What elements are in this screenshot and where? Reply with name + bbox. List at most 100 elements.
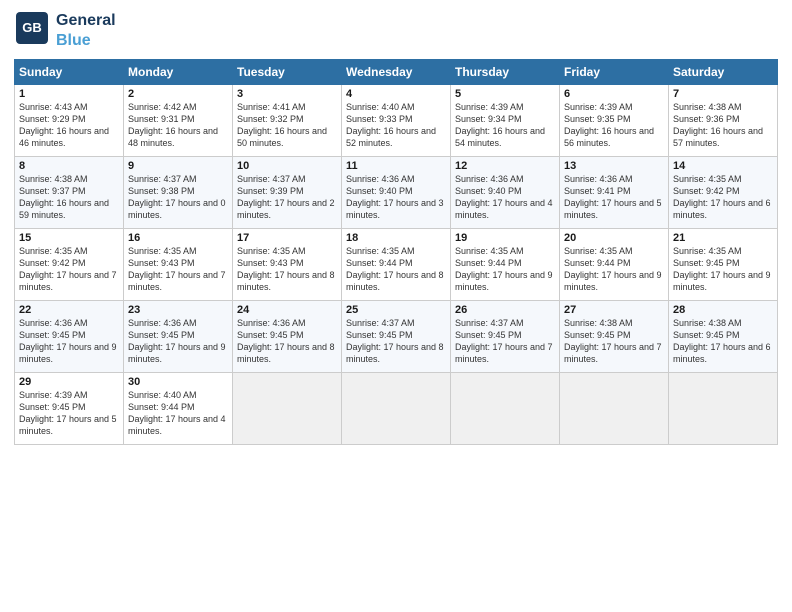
- day-header: Tuesday: [233, 60, 342, 85]
- day-number: 22: [19, 304, 119, 316]
- day-info: Sunrise: 4:35 AM Sunset: 9:42 PM Dayligh…: [673, 173, 773, 222]
- calendar-cell: 29 Sunrise: 4:39 AM Sunset: 9:45 PM Dayl…: [15, 373, 124, 445]
- day-number: 24: [237, 304, 337, 316]
- calendar-week: 15 Sunrise: 4:35 AM Sunset: 9:42 PM Dayl…: [15, 229, 778, 301]
- logo-icon: GB: [14, 10, 50, 46]
- day-number: 1: [19, 88, 119, 100]
- day-number: 5: [455, 88, 555, 100]
- day-number: 27: [564, 304, 664, 316]
- day-info: Sunrise: 4:37 AM Sunset: 9:39 PM Dayligh…: [237, 173, 337, 222]
- day-number: 23: [128, 304, 228, 316]
- day-header: Friday: [560, 60, 669, 85]
- day-number: 16: [128, 232, 228, 244]
- day-info: Sunrise: 4:36 AM Sunset: 9:45 PM Dayligh…: [19, 317, 119, 366]
- calendar-week: 22 Sunrise: 4:36 AM Sunset: 9:45 PM Dayl…: [15, 301, 778, 373]
- day-number: 26: [455, 304, 555, 316]
- day-number: 6: [564, 88, 664, 100]
- day-info: Sunrise: 4:37 AM Sunset: 9:45 PM Dayligh…: [455, 317, 555, 366]
- calendar-cell: 13 Sunrise: 4:36 AM Sunset: 9:41 PM Dayl…: [560, 157, 669, 229]
- calendar-cell: 2 Sunrise: 4:42 AM Sunset: 9:31 PM Dayli…: [124, 85, 233, 157]
- calendar-cell: [451, 373, 560, 445]
- calendar-body: 1 Sunrise: 4:43 AM Sunset: 9:29 PM Dayli…: [15, 85, 778, 445]
- day-info: Sunrise: 4:35 AM Sunset: 9:43 PM Dayligh…: [237, 245, 337, 294]
- svg-text:GB: GB: [22, 20, 42, 35]
- day-number: 11: [346, 160, 446, 172]
- calendar-cell: 10 Sunrise: 4:37 AM Sunset: 9:39 PM Dayl…: [233, 157, 342, 229]
- calendar-cell: 19 Sunrise: 4:35 AM Sunset: 9:44 PM Dayl…: [451, 229, 560, 301]
- day-header: Monday: [124, 60, 233, 85]
- logo: GB General Blue: [14, 10, 116, 51]
- day-info: Sunrise: 4:38 AM Sunset: 9:36 PM Dayligh…: [673, 101, 773, 150]
- day-number: 30: [128, 376, 228, 388]
- calendar-cell: 17 Sunrise: 4:35 AM Sunset: 9:43 PM Dayl…: [233, 229, 342, 301]
- day-number: 14: [673, 160, 773, 172]
- day-number: 3: [237, 88, 337, 100]
- day-number: 21: [673, 232, 773, 244]
- day-info: Sunrise: 4:40 AM Sunset: 9:33 PM Dayligh…: [346, 101, 446, 150]
- day-header: Saturday: [669, 60, 778, 85]
- calendar-cell: 25 Sunrise: 4:37 AM Sunset: 9:45 PM Dayl…: [342, 301, 451, 373]
- day-info: Sunrise: 4:38 AM Sunset: 9:45 PM Dayligh…: [673, 317, 773, 366]
- calendar-cell: 6 Sunrise: 4:39 AM Sunset: 9:35 PM Dayli…: [560, 85, 669, 157]
- day-info: Sunrise: 4:39 AM Sunset: 9:45 PM Dayligh…: [19, 389, 119, 438]
- day-number: 9: [128, 160, 228, 172]
- day-number: 28: [673, 304, 773, 316]
- day-number: 29: [19, 376, 119, 388]
- day-info: Sunrise: 4:36 AM Sunset: 9:45 PM Dayligh…: [237, 317, 337, 366]
- day-number: 8: [19, 160, 119, 172]
- day-header: Sunday: [15, 60, 124, 85]
- calendar-cell: 15 Sunrise: 4:35 AM Sunset: 9:42 PM Dayl…: [15, 229, 124, 301]
- day-info: Sunrise: 4:43 AM Sunset: 9:29 PM Dayligh…: [19, 101, 119, 150]
- calendar-cell: 14 Sunrise: 4:35 AM Sunset: 9:42 PM Dayl…: [669, 157, 778, 229]
- calendar-cell: 5 Sunrise: 4:39 AM Sunset: 9:34 PM Dayli…: [451, 85, 560, 157]
- calendar-cell: 1 Sunrise: 4:43 AM Sunset: 9:29 PM Dayli…: [15, 85, 124, 157]
- calendar-cell: 3 Sunrise: 4:41 AM Sunset: 9:32 PM Dayli…: [233, 85, 342, 157]
- day-header: Thursday: [451, 60, 560, 85]
- day-number: 17: [237, 232, 337, 244]
- calendar-cell: 8 Sunrise: 4:38 AM Sunset: 9:37 PM Dayli…: [15, 157, 124, 229]
- calendar-header: SundayMondayTuesdayWednesdayThursdayFrid…: [15, 60, 778, 85]
- day-info: Sunrise: 4:36 AM Sunset: 9:40 PM Dayligh…: [346, 173, 446, 222]
- calendar-cell: [233, 373, 342, 445]
- day-info: Sunrise: 4:42 AM Sunset: 9:31 PM Dayligh…: [128, 101, 228, 150]
- day-number: 4: [346, 88, 446, 100]
- day-info: Sunrise: 4:35 AM Sunset: 9:45 PM Dayligh…: [673, 245, 773, 294]
- calendar-cell: 20 Sunrise: 4:35 AM Sunset: 9:44 PM Dayl…: [560, 229, 669, 301]
- day-number: 2: [128, 88, 228, 100]
- calendar-cell: 7 Sunrise: 4:38 AM Sunset: 9:36 PM Dayli…: [669, 85, 778, 157]
- day-info: Sunrise: 4:37 AM Sunset: 9:38 PM Dayligh…: [128, 173, 228, 222]
- calendar-cell: 22 Sunrise: 4:36 AM Sunset: 9:45 PM Dayl…: [15, 301, 124, 373]
- day-info: Sunrise: 4:35 AM Sunset: 9:43 PM Dayligh…: [128, 245, 228, 294]
- day-number: 19: [455, 232, 555, 244]
- day-info: Sunrise: 4:36 AM Sunset: 9:45 PM Dayligh…: [128, 317, 228, 366]
- day-number: 18: [346, 232, 446, 244]
- day-info: Sunrise: 4:40 AM Sunset: 9:44 PM Dayligh…: [128, 389, 228, 438]
- day-info: Sunrise: 4:35 AM Sunset: 9:42 PM Dayligh…: [19, 245, 119, 294]
- calendar-cell: 28 Sunrise: 4:38 AM Sunset: 9:45 PM Dayl…: [669, 301, 778, 373]
- calendar-cell: 23 Sunrise: 4:36 AM Sunset: 9:45 PM Dayl…: [124, 301, 233, 373]
- calendar-cell: [560, 373, 669, 445]
- calendar-cell: 12 Sunrise: 4:36 AM Sunset: 9:40 PM Dayl…: [451, 157, 560, 229]
- day-number: 13: [564, 160, 664, 172]
- calendar-cell: 26 Sunrise: 4:37 AM Sunset: 9:45 PM Dayl…: [451, 301, 560, 373]
- day-info: Sunrise: 4:37 AM Sunset: 9:45 PM Dayligh…: [346, 317, 446, 366]
- calendar-cell: 24 Sunrise: 4:36 AM Sunset: 9:45 PM Dayl…: [233, 301, 342, 373]
- day-info: Sunrise: 4:39 AM Sunset: 9:34 PM Dayligh…: [455, 101, 555, 150]
- day-number: 10: [237, 160, 337, 172]
- day-info: Sunrise: 4:36 AM Sunset: 9:41 PM Dayligh…: [564, 173, 664, 222]
- day-info: Sunrise: 4:35 AM Sunset: 9:44 PM Dayligh…: [455, 245, 555, 294]
- calendar-cell: 30 Sunrise: 4:40 AM Sunset: 9:44 PM Dayl…: [124, 373, 233, 445]
- day-info: Sunrise: 4:41 AM Sunset: 9:32 PM Dayligh…: [237, 101, 337, 150]
- calendar-cell: 27 Sunrise: 4:38 AM Sunset: 9:45 PM Dayl…: [560, 301, 669, 373]
- day-number: 20: [564, 232, 664, 244]
- day-info: Sunrise: 4:35 AM Sunset: 9:44 PM Dayligh…: [564, 245, 664, 294]
- day-info: Sunrise: 4:38 AM Sunset: 9:45 PM Dayligh…: [564, 317, 664, 366]
- calendar-cell: [342, 373, 451, 445]
- day-info: Sunrise: 4:39 AM Sunset: 9:35 PM Dayligh…: [564, 101, 664, 150]
- calendar-cell: 21 Sunrise: 4:35 AM Sunset: 9:45 PM Dayl…: [669, 229, 778, 301]
- calendar-cell: 16 Sunrise: 4:35 AM Sunset: 9:43 PM Dayl…: [124, 229, 233, 301]
- day-number: 7: [673, 88, 773, 100]
- calendar: SundayMondayTuesdayWednesdayThursdayFrid…: [14, 59, 778, 445]
- day-info: Sunrise: 4:36 AM Sunset: 9:40 PM Dayligh…: [455, 173, 555, 222]
- day-header: Wednesday: [342, 60, 451, 85]
